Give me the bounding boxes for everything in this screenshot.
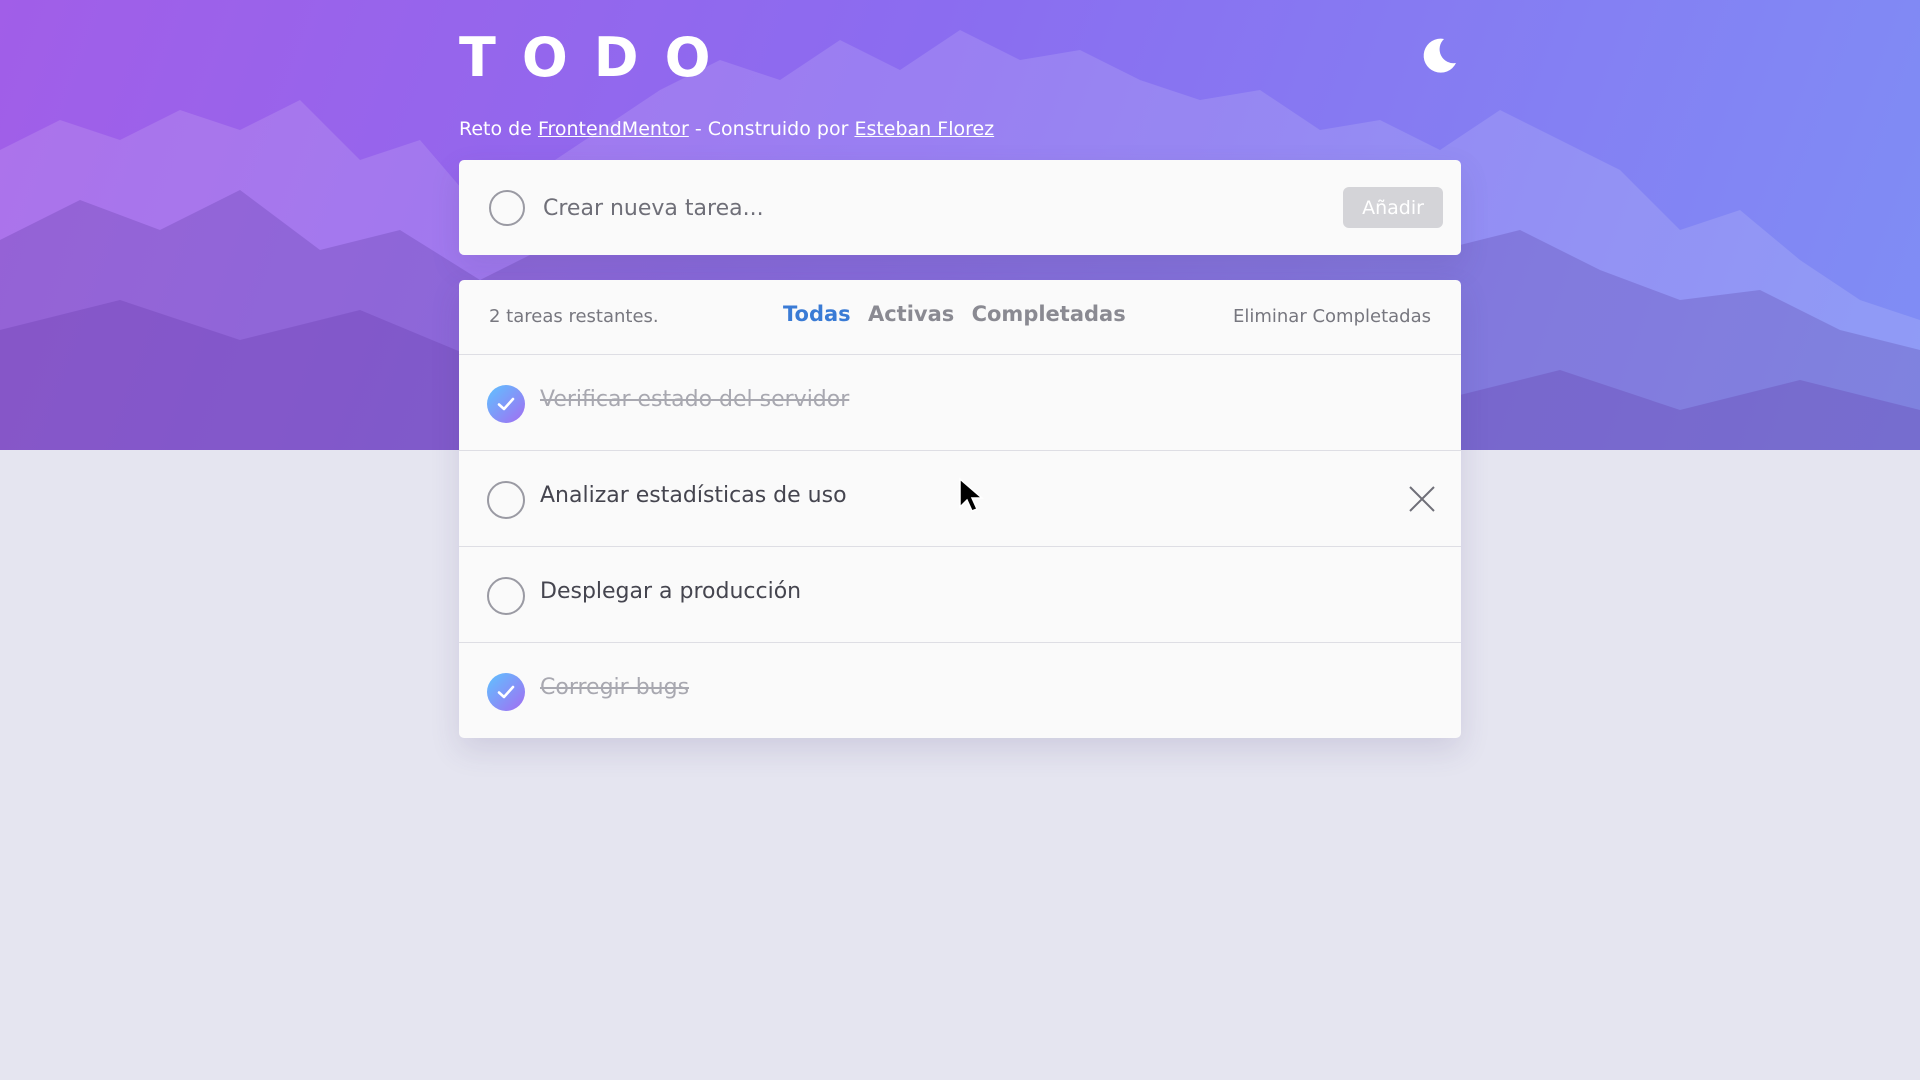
unchecked-checkbox-icon[interactable] xyxy=(487,481,525,519)
new-task-card: Añadir xyxy=(459,160,1461,255)
author-link[interactable]: Esteban Florez xyxy=(854,118,994,140)
new-task-circle-icon[interactable] xyxy=(489,190,525,226)
page-title: TODO xyxy=(459,26,737,89)
todo-item: Analizar estadísticas de uso xyxy=(459,451,1461,547)
todo-text: Desplegar a producción xyxy=(540,579,802,604)
filter-active[interactable]: Activas xyxy=(868,302,954,326)
todo-text: Verificar estado del servidor xyxy=(540,387,850,412)
todo-list-card: 2 tareas restantes. Todas Activas Comple… xyxy=(459,280,1461,738)
checked-checkbox-icon[interactable] xyxy=(487,385,525,423)
add-task-button[interactable]: Añadir xyxy=(1343,187,1443,228)
list-header: 2 tareas restantes. Todas Activas Comple… xyxy=(459,280,1461,355)
todo-text: Corregir bugs xyxy=(540,675,690,700)
credits-prefix: Reto de xyxy=(459,118,538,140)
new-task-input[interactable] xyxy=(543,186,1263,230)
filter-tabs: Todas Activas Completadas xyxy=(783,302,1136,326)
frontendmentor-link[interactable]: FrontendMentor xyxy=(538,118,689,140)
remaining-count: 2 tareas restantes. xyxy=(489,306,659,327)
filter-completed[interactable]: Completadas xyxy=(972,302,1126,326)
credits-middle: - Construido por xyxy=(688,118,855,140)
unchecked-checkbox-icon[interactable] xyxy=(487,577,525,615)
checked-checkbox-icon[interactable] xyxy=(487,673,525,711)
todo-text: Analizar estadísticas de uso xyxy=(540,483,847,508)
filter-all[interactable]: Todas xyxy=(783,302,851,326)
credits-line: Reto de FrontendMentor - Construido por … xyxy=(459,116,994,142)
close-icon[interactable] xyxy=(1407,484,1437,514)
todo-item: Desplegar a producción xyxy=(459,547,1461,643)
clear-completed-button[interactable]: Eliminar Completadas xyxy=(1233,306,1431,327)
todo-item: Verificar estado del servidor xyxy=(459,355,1461,451)
todo-item: Corregir bugs xyxy=(459,643,1461,738)
moon-icon[interactable] xyxy=(1417,34,1461,78)
header: TODO xyxy=(459,28,1461,88)
